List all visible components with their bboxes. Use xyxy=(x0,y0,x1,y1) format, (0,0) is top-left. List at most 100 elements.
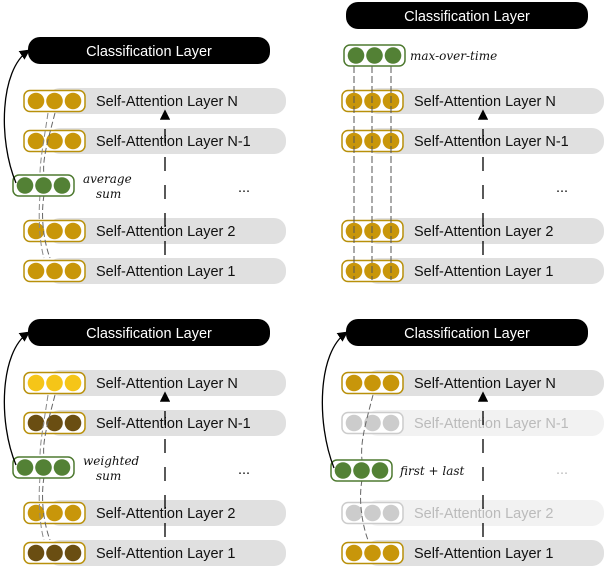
vector-dot xyxy=(64,374,82,392)
vector-dot xyxy=(364,504,381,522)
layer-label: Self-Attention Layer 2 xyxy=(96,506,235,522)
layer-vector xyxy=(23,89,86,113)
layer-row: Self-Attention Layer 1 xyxy=(23,540,286,566)
vector-dot xyxy=(345,374,363,392)
layer-label: Self-Attention Layer N xyxy=(414,376,556,392)
pool-label: sum xyxy=(96,469,121,483)
vector-dot xyxy=(64,92,82,110)
layer-vector xyxy=(23,129,86,153)
vector-dot xyxy=(27,132,45,150)
classification-label: Classification Layer xyxy=(404,326,530,342)
classification-label: Classification Layer xyxy=(404,9,530,25)
pool-label: max-over-time xyxy=(410,49,497,63)
vector-dot xyxy=(64,544,82,562)
layer-vector xyxy=(23,501,86,525)
vector-dot xyxy=(46,262,63,280)
layer-label: Self-Attention Layer N xyxy=(414,94,556,110)
vector-dot xyxy=(353,462,370,479)
layer-label: Self-Attention Layer 1 xyxy=(96,546,235,562)
layer-vector xyxy=(341,371,404,395)
ellipsis: ... xyxy=(238,462,250,478)
layer-label: Self-Attention Layer 1 xyxy=(414,546,553,562)
layer-label: Self-Attention Layer 2 xyxy=(414,506,553,522)
vector-dot xyxy=(53,177,71,194)
ellipsis: ... xyxy=(238,180,250,196)
vector-dot xyxy=(27,414,45,432)
pooled-vector xyxy=(330,459,393,482)
vector-dot xyxy=(46,504,63,522)
layer-row: Self-Attention Layer 1 xyxy=(23,258,286,284)
output-arrow xyxy=(3,49,31,184)
vector-dot xyxy=(27,262,45,280)
layer-label: Self-Attention Layer N-1 xyxy=(414,416,569,432)
output-arrow xyxy=(321,331,349,469)
layer-vector xyxy=(23,411,86,435)
vector-dot xyxy=(16,459,34,476)
layer-label: Self-Attention Layer 1 xyxy=(414,264,553,280)
ellipsis: ... xyxy=(556,180,568,196)
vector-dot xyxy=(46,414,63,432)
layer-row: Self-Attention Layer N-1 xyxy=(341,128,604,154)
ellipsis: ... xyxy=(556,462,568,478)
vector-dot xyxy=(46,544,63,562)
vector-dot xyxy=(64,414,82,432)
layer-label: Self-Attention Layer N-1 xyxy=(96,134,251,150)
vector-dot xyxy=(53,459,71,476)
layer-label: Self-Attention Layer N xyxy=(96,376,238,392)
pooled-vector xyxy=(12,456,75,479)
vector-dot xyxy=(27,374,45,392)
layer-vector xyxy=(341,541,404,565)
vector-dot xyxy=(345,414,363,432)
pooled-vector xyxy=(343,44,406,67)
layer-row: Self-Attention Layer 1 xyxy=(341,540,604,566)
layer-label: Self-Attention Layer 2 xyxy=(96,224,235,240)
diagram-canvas: Self-Attention Layer N Self-Attention Lay… xyxy=(3,2,604,566)
vector-dot xyxy=(64,132,82,150)
vector-dot xyxy=(46,92,63,110)
layer-label: Self-Attention Layer N-1 xyxy=(96,416,251,432)
vector-dot xyxy=(384,47,402,64)
layer-row: Self-Attention Layer N-1 xyxy=(341,410,604,436)
vector-dot xyxy=(16,177,34,194)
layer-label: Self-Attention Layer 2 xyxy=(414,224,553,240)
vector-dot xyxy=(46,222,63,240)
vector-dot xyxy=(46,132,63,150)
vector-dot xyxy=(46,374,63,392)
pooling-strategies-diagram: Self-Attention Layer N Self-Attention Lay… xyxy=(0,0,604,566)
panel-2: Self-Attention Layer N Self-Attention Lay… xyxy=(341,2,604,284)
vector-dot xyxy=(364,544,381,562)
vector-dot xyxy=(27,544,45,562)
layer-row: Self-Attention Layer N xyxy=(341,88,604,114)
panel-3: Self-Attention Layer N Self-Attention Lay… xyxy=(3,319,286,566)
classification-label: Classification Layer xyxy=(86,44,212,60)
pool-label: sum xyxy=(96,187,121,201)
layer-row: Self-Attention Layer 2 xyxy=(23,218,286,244)
vector-dot xyxy=(35,177,52,194)
layer-row: Self-Attention Layer N-1 xyxy=(23,128,286,154)
pool-label: weighted xyxy=(83,454,140,468)
layer-row: Self-Attention Layer 2 xyxy=(23,500,286,526)
vector-dot xyxy=(64,504,82,522)
vector-dot xyxy=(366,47,383,64)
vector-dot xyxy=(27,504,45,522)
vector-dot xyxy=(345,504,363,522)
output-arrow xyxy=(3,331,31,466)
vector-dot xyxy=(27,92,45,110)
layer-row: Self-Attention Layer N-1 xyxy=(23,410,286,436)
layer-vector xyxy=(341,411,404,435)
layer-row: Self-Attention Layer N xyxy=(23,88,286,114)
pool-label: first + last xyxy=(399,464,465,478)
layer-label: Self-Attention Layer 1 xyxy=(96,264,235,280)
panel-1: Self-Attention Layer N Self-Attention Lay… xyxy=(3,37,286,284)
layer-row: Self-Attention Layer N xyxy=(341,370,604,396)
vector-dot xyxy=(382,504,400,522)
layer-row: Self-Attention Layer N xyxy=(23,370,286,396)
pooled-vector xyxy=(12,174,75,197)
vector-dot xyxy=(382,374,400,392)
vector-dot xyxy=(371,462,389,479)
layer-vector xyxy=(23,541,86,565)
layer-row: Self-Attention Layer 2 xyxy=(341,218,604,244)
vector-dot xyxy=(382,414,400,432)
vector-dot xyxy=(382,544,400,562)
layer-vector xyxy=(23,371,86,395)
